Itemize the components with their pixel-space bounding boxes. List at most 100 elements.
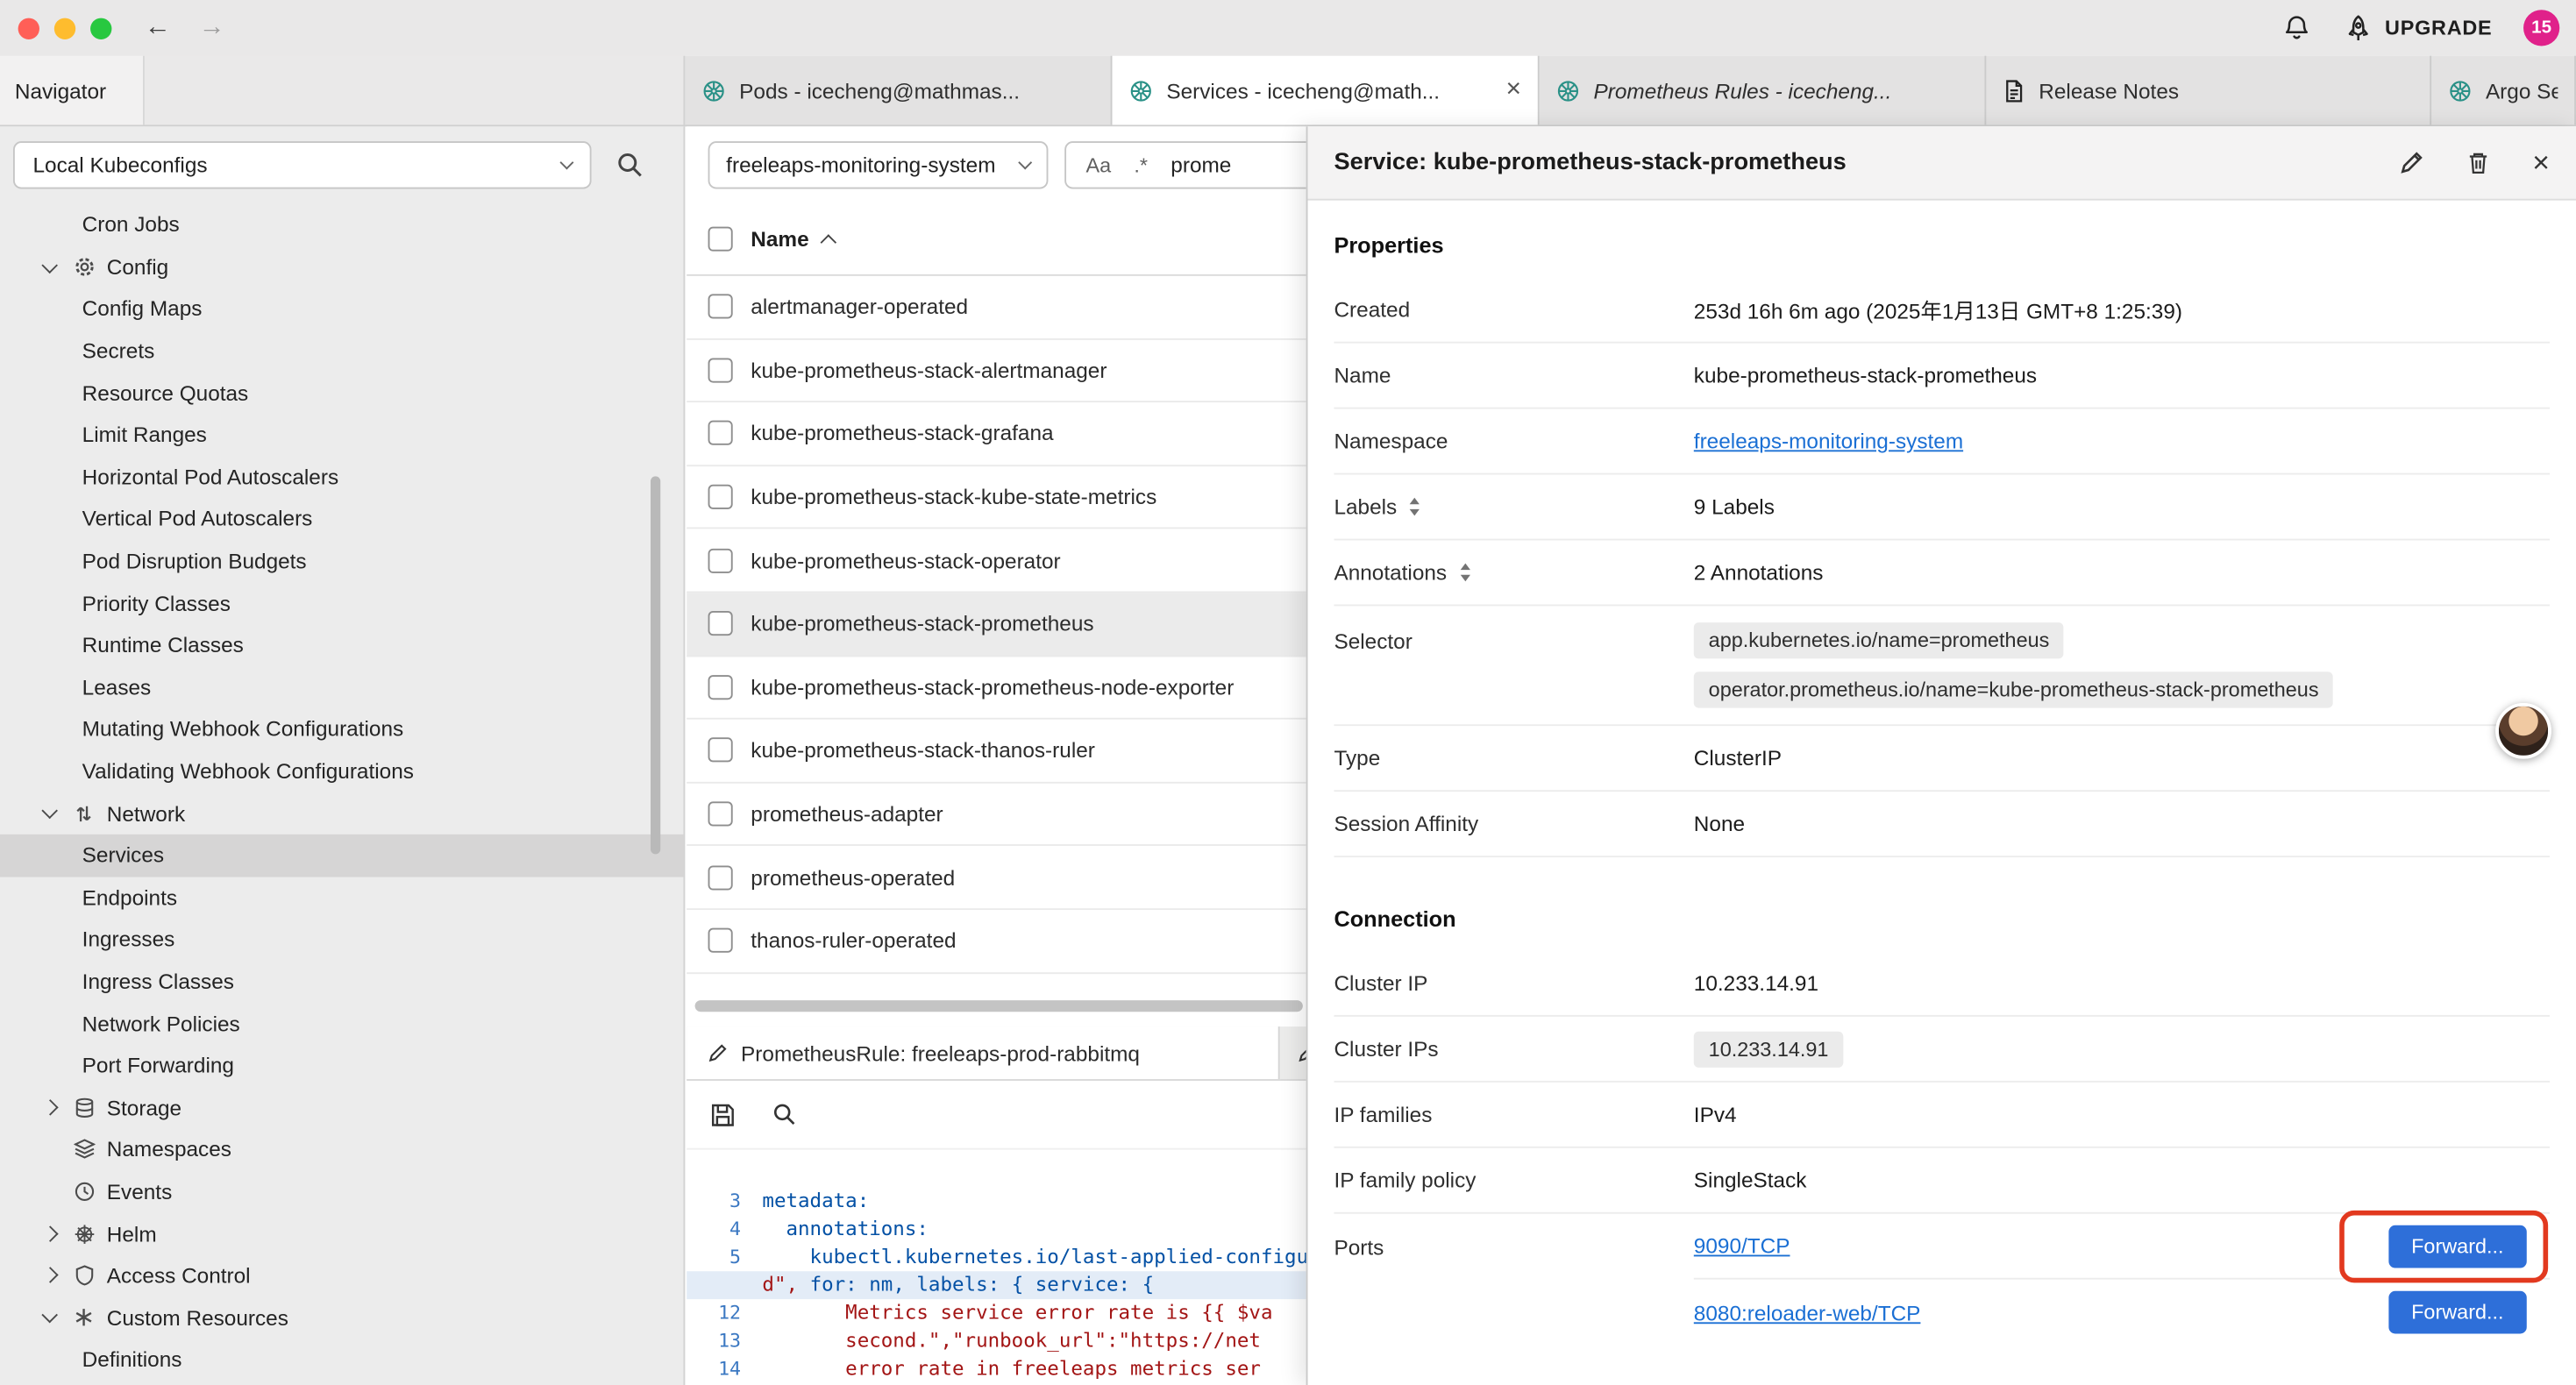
tab-services[interactable]: Services - icecheng@math... × bbox=[1113, 56, 1540, 125]
sidebar-item-network-policies[interactable]: Network Policies bbox=[0, 1002, 683, 1044]
name-column-header[interactable]: Name bbox=[751, 227, 834, 252]
tab-title: Pods - icecheng@mathmas... bbox=[739, 78, 1020, 103]
sidebar-scrollbar[interactable] bbox=[651, 476, 660, 854]
gear-icon bbox=[74, 256, 106, 277]
match-case-toggle[interactable]: Aa bbox=[1086, 153, 1112, 176]
sidebar-item-config-maps[interactable]: Config Maps bbox=[0, 288, 683, 330]
pencil-icon bbox=[707, 1042, 728, 1063]
back-button[interactable]: ← bbox=[145, 15, 171, 41]
sidebar-item-limit-ranges[interactable]: Limit Ranges bbox=[0, 414, 683, 456]
tab-title: Argo Se bbox=[2486, 78, 2558, 103]
sidebar-item-validating-webhook-configurations[interactable]: Validating Webhook Configurations bbox=[0, 750, 683, 792]
chevron-right-icon bbox=[42, 1100, 57, 1115]
sidebar-item-endpoints[interactable]: Endpoints bbox=[0, 877, 683, 919]
row-checkbox[interactable] bbox=[708, 358, 733, 382]
property-row-type: Type ClusterIP bbox=[1334, 726, 2550, 792]
selector-chip: app.kubernetes.io/name=prometheus bbox=[1694, 622, 2064, 658]
sidebar-item-custom-resources[interactable]: Custom Resources bbox=[0, 1296, 683, 1339]
row-checkbox[interactable] bbox=[708, 801, 733, 826]
sidebar-item-resource-quotas[interactable]: Resource Quotas bbox=[0, 372, 683, 414]
navigator-panel-tab[interactable]: Navigator bbox=[0, 56, 145, 125]
namespace-link[interactable]: freeleaps-monitoring-system bbox=[1694, 429, 1963, 453]
tab-release-notes[interactable]: Release Notes bbox=[1986, 56, 2431, 125]
delete-trash-icon[interactable] bbox=[2466, 150, 2491, 176]
forward-button-8080[interactable]: Forward... bbox=[2388, 1291, 2527, 1334]
sidebar-item-events[interactable]: Events bbox=[0, 1170, 683, 1212]
namespace-filter-select[interactable]: freeleaps-monitoring-system bbox=[708, 141, 1049, 188]
sidebar-item-storage[interactable]: Storage bbox=[0, 1086, 683, 1128]
network-arrows-icon bbox=[74, 803, 106, 824]
kubeconfig-selector[interactable]: Local Kubeconfigs bbox=[13, 141, 592, 188]
kubeconfig-selector-value: Local Kubeconfigs bbox=[32, 153, 207, 177]
document-icon bbox=[2003, 78, 2025, 103]
sidebar-item-vertical-pod-autoscalers[interactable]: Vertical Pod Autoscalers bbox=[0, 498, 683, 540]
close-icon[interactable]: × bbox=[2532, 148, 2550, 178]
sidebar-item-secrets[interactable]: Secrets bbox=[0, 330, 683, 372]
sidebar-item-pod-disruption-budgets[interactable]: Pod Disruption Budgets bbox=[0, 540, 683, 582]
sidebar-search-icon[interactable] bbox=[616, 151, 644, 179]
assistant-avatar[interactable] bbox=[2495, 703, 2551, 759]
sidebar-item-ingress-classes[interactable]: Ingress Classes bbox=[0, 961, 683, 1003]
forward-button-9090[interactable]: Forward... bbox=[2388, 1225, 2527, 1268]
port-8080-link[interactable]: 8080:reloader-web/TCP bbox=[1694, 1300, 1921, 1325]
tab-prometheus-rules[interactable]: Prometheus Rules - icecheng... bbox=[1540, 56, 1987, 125]
close-window-button[interactable] bbox=[18, 18, 39, 39]
namespace-filter-value: freeleaps-monitoring-system bbox=[726, 153, 995, 177]
sidebar-item-access-control[interactable]: Access Control bbox=[0, 1254, 683, 1296]
kubernetes-icon bbox=[2448, 78, 2473, 103]
kubernetes-icon bbox=[701, 78, 726, 103]
property-row-session-affinity: Session Affinity None bbox=[1334, 792, 2550, 857]
navigator-tree: Cron Jobs Config Config Maps Secrets Res… bbox=[0, 203, 683, 1381]
notification-count-badge[interactable]: 15 bbox=[2523, 10, 2559, 46]
upgrade-button[interactable]: UPGRADE bbox=[2342, 12, 2492, 44]
minimize-window-button[interactable] bbox=[54, 18, 75, 39]
forward-button[interactable]: → bbox=[199, 15, 225, 41]
cluster-ip-chip: 10.233.14.91 bbox=[1694, 1031, 1844, 1067]
row-checkbox[interactable] bbox=[708, 295, 733, 319]
sidebar-item-ingresses[interactable]: Ingresses bbox=[0, 919, 683, 961]
sidebar-item-network[interactable]: Network bbox=[0, 792, 683, 835]
tab-argo[interactable]: Argo Se bbox=[2431, 56, 2576, 125]
editor-search-icon[interactable] bbox=[772, 1102, 797, 1126]
row-checkbox[interactable] bbox=[708, 422, 733, 446]
sidebar-item-helm[interactable]: Helm bbox=[0, 1212, 683, 1254]
row-checkbox[interactable] bbox=[708, 928, 733, 953]
save-icon[interactable] bbox=[709, 1101, 736, 1127]
close-tab-icon[interactable]: × bbox=[1496, 75, 1521, 105]
port-row: 8080:reloader-web/TCP Forward... bbox=[1694, 1280, 2550, 1346]
sidebar-item-port-forwarding[interactable]: Port Forwarding bbox=[0, 1044, 683, 1086]
notifications-bell-icon[interactable] bbox=[2281, 13, 2311, 43]
sidebar-item-mutating-webhook-configurations[interactable]: Mutating Webhook Configurations bbox=[0, 708, 683, 750]
maximize-window-button[interactable] bbox=[90, 18, 111, 39]
sidebar-item-runtime-classes[interactable]: Runtime Classes bbox=[0, 624, 683, 666]
editor-tab-prometheusrule[interactable]: PrometheusRule: freeleaps-prod-rabbitmq bbox=[687, 1026, 1279, 1079]
row-checkbox[interactable] bbox=[708, 548, 733, 572]
expand-collapse-icon[interactable] bbox=[1460, 564, 1469, 581]
regex-toggle[interactable]: .* bbox=[1134, 153, 1148, 176]
drawer-header: Service: kube-prometheus-stack-prometheu… bbox=[1307, 126, 2576, 200]
row-checkbox[interactable] bbox=[708, 612, 733, 636]
property-row-selector: Selector app.kubernetes.io/name=promethe… bbox=[1334, 606, 2550, 726]
sidebar-item-horizontal-pod-autoscalers[interactable]: Horizontal Pod Autoscalers bbox=[0, 456, 683, 498]
row-checkbox[interactable] bbox=[708, 738, 733, 763]
asterisk-icon bbox=[74, 1308, 106, 1327]
expand-collapse-icon[interactable] bbox=[1410, 498, 1420, 515]
port-9090-link[interactable]: 9090/TCP bbox=[1694, 1233, 1790, 1258]
sidebar-item-definitions[interactable]: Definitions bbox=[0, 1339, 683, 1381]
helm-wheel-icon bbox=[74, 1223, 106, 1244]
clock-icon bbox=[74, 1181, 106, 1202]
sidebar-item-leases[interactable]: Leases bbox=[0, 666, 683, 708]
tab-pods[interactable]: Pods - icecheng@mathmas... bbox=[685, 56, 1112, 125]
sidebar-item-namespaces[interactable]: Namespaces bbox=[0, 1128, 683, 1170]
row-checkbox[interactable] bbox=[708, 675, 733, 700]
horizontal-scrollbar[interactable] bbox=[695, 1000, 1303, 1012]
property-row-namespace: Namespace freeleaps-monitoring-system bbox=[1334, 409, 2550, 475]
row-checkbox[interactable] bbox=[708, 485, 733, 509]
row-checkbox[interactable] bbox=[708, 865, 733, 890]
sidebar-item-cron-jobs[interactable]: Cron Jobs bbox=[0, 203, 683, 245]
sidebar-item-priority-classes[interactable]: Priority Classes bbox=[0, 582, 683, 624]
sidebar-item-config[interactable]: Config bbox=[0, 245, 683, 288]
select-all-checkbox[interactable] bbox=[708, 227, 733, 252]
edit-pencil-icon[interactable] bbox=[2400, 150, 2426, 176]
sidebar-item-services[interactable]: Services bbox=[0, 835, 683, 877]
